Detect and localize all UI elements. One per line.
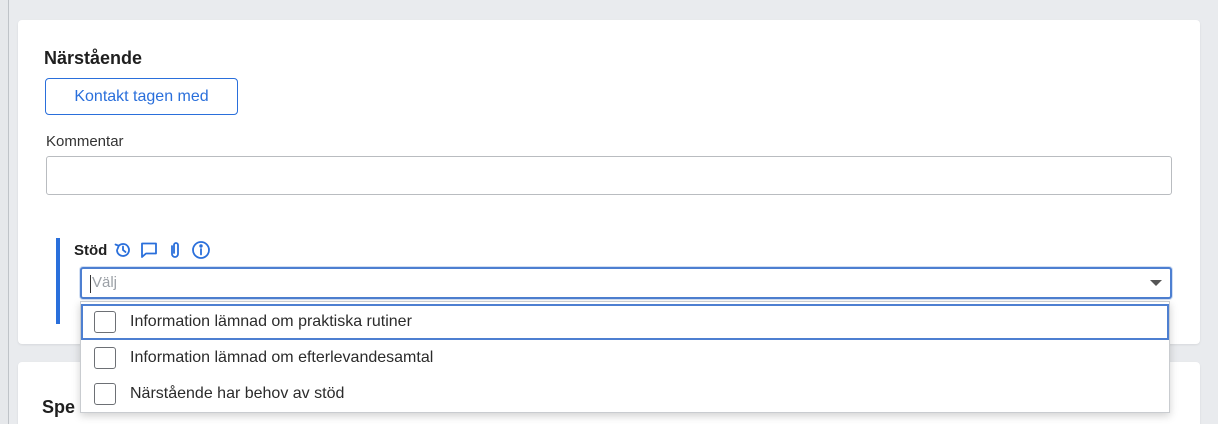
option-label: Information lämnad om praktiska rutiner (130, 313, 412, 330)
stod-required-bar (56, 238, 60, 324)
stod-dropdown-list: Information lämnad om praktiska rutiner … (80, 301, 1170, 413)
option-efterlevandesamtal[interactable]: Information lämnad om efterlevandesamtal (81, 340, 1169, 376)
text-cursor (90, 275, 91, 293)
comment-icon[interactable] (139, 240, 159, 260)
section-title: Närstående (44, 48, 143, 68)
contact-taken-button[interactable]: Kontakt tagen med (45, 78, 238, 115)
next-section-title: Spe (42, 397, 76, 417)
comment-textarea[interactable] (46, 156, 1172, 195)
stod-label: Stöd (74, 241, 108, 259)
comment-label: Kommentar (46, 133, 124, 150)
chevron-down-icon[interactable] (1150, 280, 1162, 286)
stod-select[interactable]: Välj (80, 267, 1172, 299)
paperclip-icon[interactable] (165, 240, 185, 260)
info-icon[interactable] (191, 240, 211, 260)
checkbox[interactable] (94, 347, 116, 369)
narstaende-card: Närstående Kontakt tagen med Kommentar S… (18, 20, 1200, 344)
option-behov-av-stod[interactable]: Närstående har behov av stöd (81, 376, 1169, 412)
history-icon[interactable] (113, 240, 133, 260)
checkbox[interactable] (94, 311, 116, 333)
checkbox[interactable] (94, 383, 116, 405)
option-praktiska-rutiner[interactable]: Information lämnad om praktiska rutiner (81, 304, 1169, 340)
stod-header: Stöd (74, 240, 211, 260)
window-left-edge (0, 0, 9, 424)
select-placeholder: Välj (92, 274, 118, 291)
option-label: Information lämnad om efterlevandesamtal (130, 349, 434, 366)
option-label: Närstående har behov av stöd (130, 385, 345, 402)
